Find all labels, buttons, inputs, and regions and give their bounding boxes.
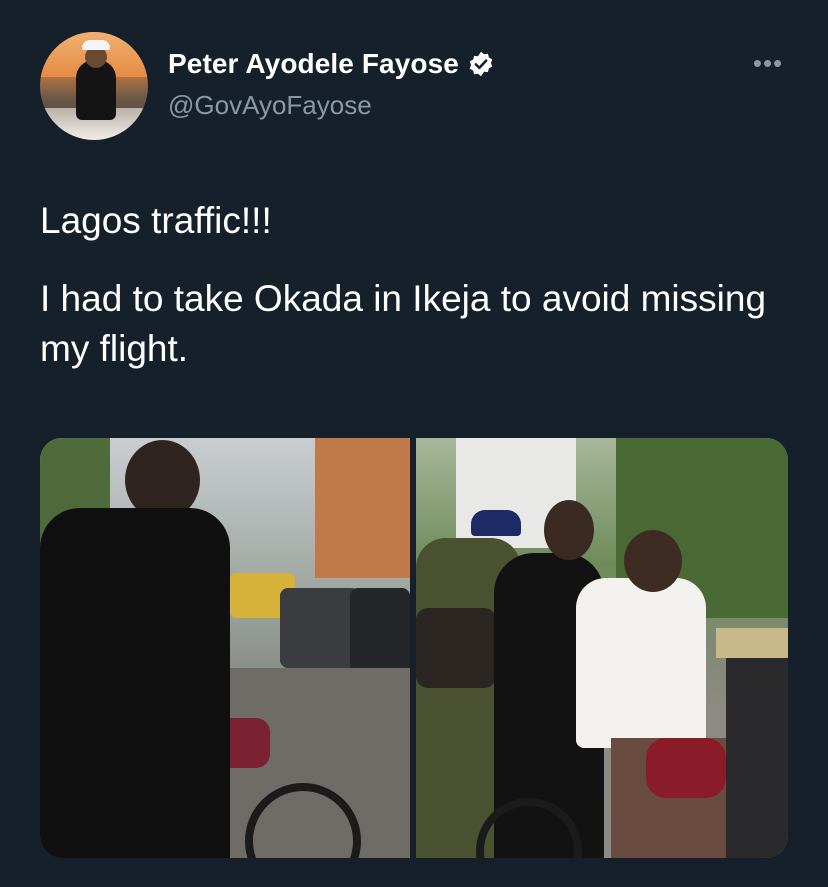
photo-riders-on-okada[interactable] [416, 438, 788, 858]
more-options-button[interactable]: ••• [748, 48, 788, 78]
photo-man-beside-motorcycle[interactable] [40, 438, 410, 858]
tweet-paragraph: Lagos traffic!!! [40, 200, 272, 241]
author-handle[interactable]: @GovAyoFayose [168, 90, 372, 121]
author-avatar[interactable] [40, 32, 148, 140]
author-name-row[interactable]: Peter Ayodele Fayose [168, 48, 495, 80]
verified-badge-icon [469, 51, 493, 77]
author-display-name[interactable]: Peter Ayodele Fayose [168, 48, 459, 80]
more-horizontal-icon: ••• [752, 47, 784, 78]
tweet-paragraph: I had to take Okada in Ikeja to avoid mi… [40, 278, 767, 369]
media-gallery [40, 438, 788, 858]
tweet-text: Lagos traffic!!! I had to take Okada in … [40, 196, 800, 374]
